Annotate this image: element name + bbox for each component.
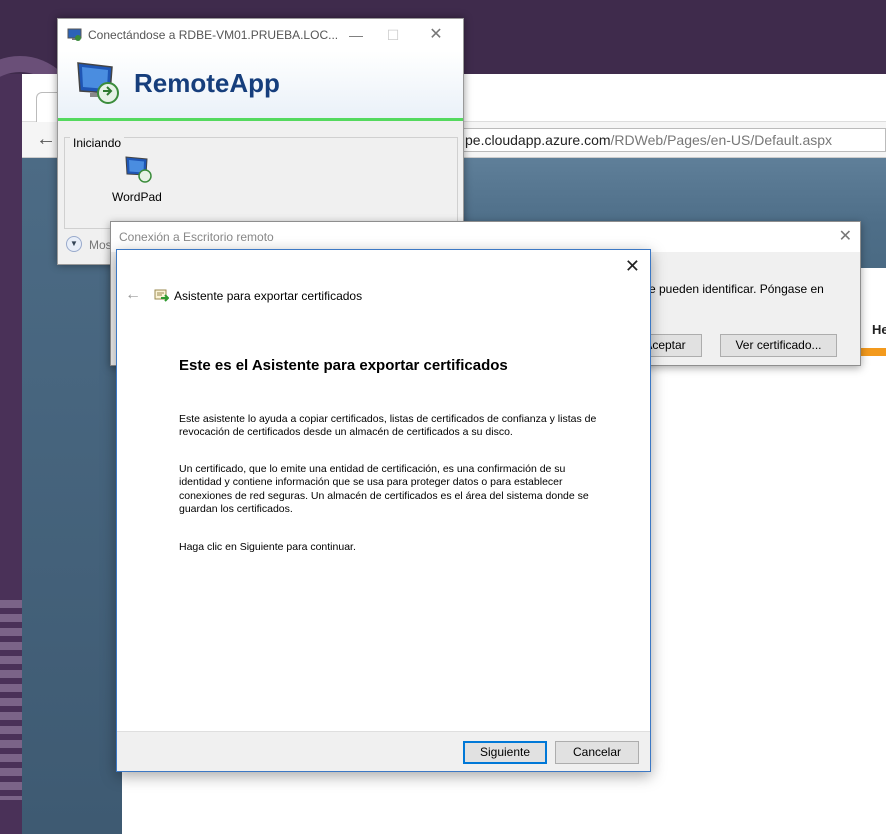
remoteapp-header: RemoteApp <box>58 51 463 121</box>
starting-group-label: Iniciando <box>70 136 125 150</box>
starting-group: Iniciando WordPad <box>64 136 458 229</box>
wizard-paragraph-continue: Haga clic en Siguiente para continuar. <box>179 541 356 553</box>
view-certificate-button[interactable]: Ver certificado... <box>720 334 837 357</box>
remoteapp-header-title: RemoteApp <box>134 68 280 98</box>
wizard-title: Asistente para exportar certificados <box>174 289 363 303</box>
remote-desktop-icon <box>125 156 152 183</box>
desktop-decoration-stripes <box>0 600 22 800</box>
accent-stripe <box>860 348 886 356</box>
wizard-paragraph-certificate: Un certificado, que lo emite una entidad… <box>179 463 589 515</box>
address-host: pe.cloudapp.azure.com <box>465 132 611 148</box>
certificate-icon <box>154 289 169 302</box>
page-partial-heading: He <box>872 322 886 337</box>
cancel-button[interactable]: Cancelar <box>555 741 639 764</box>
rdc-titlebar[interactable]: Conexión a Escritorio remoto ✕ <box>111 222 860 252</box>
rdc-title: Conexión a Escritorio remoto <box>119 230 274 244</box>
next-button[interactable]: Siguiente <box>463 741 547 764</box>
close-icon[interactable]: ✕ <box>839 226 852 246</box>
close-button[interactable]: ✕ <box>421 23 451 47</box>
remoteapp-titlebar[interactable]: Conectándose a RDBE-VM01.PRUEBA.LOC... —… <box>58 19 463 51</box>
rdc-message: e pueden identificar. Póngase en <box>649 282 824 296</box>
app-label-wordpad: WordPad <box>112 190 162 204</box>
maximize-button[interactable]: ☐ <box>378 23 408 47</box>
remote-desktop-icon <box>67 28 82 41</box>
more-options-label: Mos <box>89 238 112 252</box>
wizard-heading: Este es el Asistente para exportar certi… <box>179 357 508 374</box>
expand-icon: ▼ <box>66 236 82 252</box>
minimize-button[interactable]: — <box>341 23 371 47</box>
remote-desktop-icon <box>77 62 119 104</box>
address-path: /RDWeb/Pages/en-US/Default.aspx <box>610 132 833 148</box>
wizard-paragraph-intro: Este asistente lo ayuda a copiar certifi… <box>179 413 597 439</box>
remoteapp-title: Conectándose a RDBE-VM01.PRUEBA.LOC... <box>88 28 339 42</box>
back-arrow-icon[interactable]: ← <box>36 128 56 151</box>
wizard-footer: Siguiente Cancelar <box>117 731 650 771</box>
back-arrow-icon[interactable]: ← <box>125 286 141 304</box>
close-icon[interactable]: ✕ <box>625 256 640 277</box>
certificate-export-wizard: ✕ ← Asistente para exportar certificados… <box>116 249 651 772</box>
address-bar[interactable]: pe.cloudapp.azure.com/RDWeb/Pages/en-US/… <box>462 128 886 152</box>
